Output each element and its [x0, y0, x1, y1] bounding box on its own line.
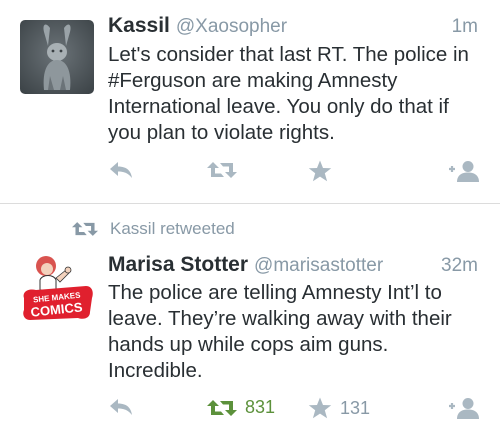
display-name[interactable]: Kassil @Xaosopher: [108, 14, 287, 38]
handle-text[interactable]: @Xaosopher: [176, 16, 287, 37]
tweet-actions: [0, 160, 500, 188]
star-icon: [308, 397, 332, 419]
tweet-divider: [0, 203, 500, 204]
she-makes-comics-logo: SHE MAKES COMICS: [20, 250, 94, 324]
add-user-icon: [449, 161, 479, 182]
tweet-text: The police are telling Amnesty Int’l to …: [108, 281, 452, 382]
add-user-icon: [449, 398, 479, 419]
avatar[interactable]: [20, 20, 94, 94]
retweet-count: 831: [245, 397, 276, 417]
reply-icon: [110, 162, 132, 178]
reply-button[interactable]: [108, 160, 134, 180]
name-text[interactable]: Marisa Stotter: [108, 253, 248, 276]
tweet-actions: 831 131: [0, 397, 500, 425]
avatar[interactable]: SHE MAKES COMICS: [20, 250, 94, 324]
retweet-icon: [207, 399, 237, 416]
retweet-icon: [72, 222, 98, 236]
retweeted-by-text[interactable]: Kassil retweeted: [110, 219, 235, 239]
favorite-button[interactable]: [308, 160, 332, 182]
retweet-icon: [207, 162, 237, 178]
follow-button[interactable]: [447, 397, 481, 421]
tweet-text: Let's consider that last RT. The police …: [108, 43, 469, 144]
retweet-button[interactable]: 831: [207, 397, 275, 418]
reply-button[interactable]: [108, 397, 134, 417]
follow-button[interactable]: [447, 160, 481, 184]
favorite-button[interactable]: 131: [308, 397, 370, 419]
reply-icon: [110, 399, 132, 415]
timestamp: 32m: [441, 255, 478, 276]
display-name[interactable]: Marisa Stotter @marisastotter: [108, 253, 383, 277]
timestamp: 1m: [451, 16, 478, 37]
tweet-1[interactable]: Kassil @Xaosopher 1m Let's consider that …: [0, 0, 500, 204]
tweet-2[interactable]: Kassil retweeted SHE MAKES COMICS Marisa…: [0, 205, 500, 435]
retweet-context[interactable]: Kassil retweeted: [72, 219, 235, 239]
favorite-count: 131: [340, 397, 371, 418]
name-text[interactable]: Kassil: [108, 14, 170, 37]
retweet-button[interactable]: [207, 160, 237, 180]
star-icon: [308, 160, 332, 182]
rabbit-statue-photo: [20, 20, 94, 94]
handle-text[interactable]: @marisastotter: [254, 255, 383, 276]
